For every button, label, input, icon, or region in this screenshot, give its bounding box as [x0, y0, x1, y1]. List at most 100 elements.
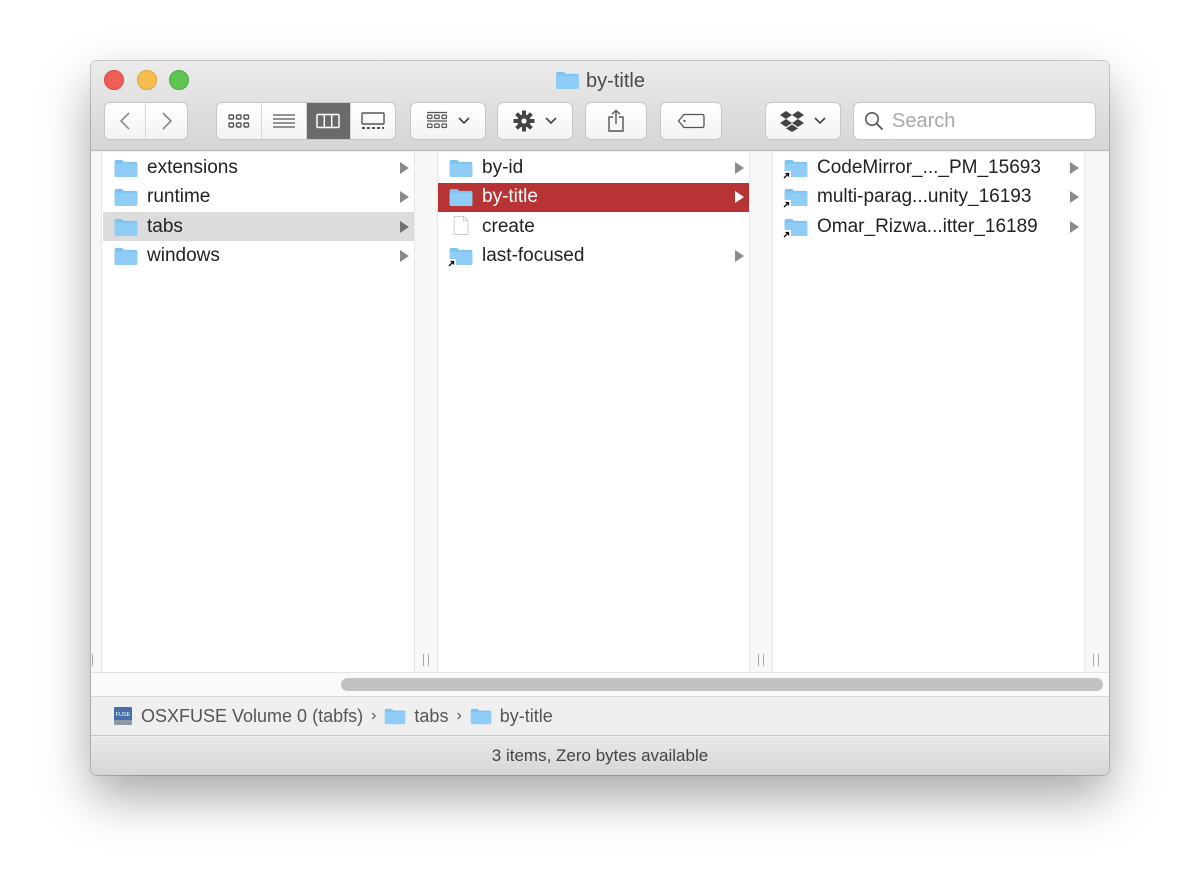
forward-button[interactable]: [146, 103, 187, 139]
column-resize-handle[interactable]: [1093, 654, 1099, 666]
chevron-down-icon: [545, 117, 557, 125]
list-item[interactable]: tabs: [103, 212, 414, 241]
folder-icon: [448, 186, 474, 208]
chevron-down-icon: [814, 117, 826, 125]
list-item[interactable]: create: [438, 212, 749, 241]
path-item-by-title[interactable]: by-title: [470, 706, 553, 727]
folder-icon: [113, 245, 139, 267]
group-by-menu[interactable]: [410, 102, 486, 140]
back-button[interactable]: [105, 103, 147, 139]
list-item[interactable]: windows: [103, 242, 414, 271]
list-item[interactable]: by-title: [438, 182, 749, 212]
tag-icon: [677, 113, 705, 129]
disclosure-arrow-icon: [735, 161, 744, 174]
list-item[interactable]: extensions: [103, 153, 414, 182]
chevron-down-icon: [458, 117, 470, 125]
item-name: create: [482, 215, 535, 237]
item-name: Omar_Rizwa...itter_16189: [817, 215, 1038, 237]
navigation-buttons: [104, 102, 188, 140]
folder-icon: [113, 216, 139, 238]
path-item-volume[interactable]: FUSE OSXFUSE Volume 0 (tabfs): [113, 706, 363, 727]
chevron-left-icon: [119, 112, 130, 130]
folder-alias-icon: [782, 157, 809, 180]
list-item[interactable]: by-id: [438, 153, 749, 182]
path-item-label: by-title: [499, 705, 553, 726]
file-icon: [448, 215, 474, 238]
list-item[interactable]: last-focused: [438, 242, 749, 271]
list-item[interactable]: Omar_Rizwa...itter_16189: [773, 212, 1084, 241]
titlebar: by-title: [91, 61, 1109, 151]
path-volume-label: OSXFUSE Volume 0 (tabfs): [141, 705, 364, 726]
dropbox-menu[interactable]: [765, 102, 841, 140]
dropbox-icon: [780, 111, 804, 132]
disclosure-arrow-icon: [400, 191, 409, 203]
list-icon: [273, 114, 296, 128]
column-3: CodeMirror_..._PM_15693 multi-parag...uni…: [773, 152, 1084, 672]
gallery-icon: [361, 112, 385, 129]
item-name: runtime: [147, 186, 211, 207]
folder-icon: [448, 157, 474, 179]
list-item[interactable]: multi-parag...unity_16193: [773, 183, 1084, 212]
gallery-view-button[interactable]: [351, 103, 395, 139]
folder-icon: [113, 157, 139, 179]
column-gutter: [91, 152, 102, 672]
item-name: extensions: [147, 156, 238, 178]
disclosure-arrow-icon: [1070, 161, 1079, 174]
action-menu[interactable]: [497, 102, 573, 140]
column-divider: [414, 152, 438, 672]
path-bar: FUSE OSXFUSE Volume 0 (tabfs) › tabs › b…: [91, 696, 1109, 736]
disclosure-arrow-icon: [400, 250, 409, 262]
icon-view-button[interactable]: [217, 103, 263, 139]
item-name: windows: [147, 245, 220, 266]
share-icon: [608, 109, 624, 132]
item-name: last-focused: [482, 245, 585, 266]
disclosure-arrow-icon: [400, 220, 409, 233]
column-1: extensions runtime tabs windows: [103, 152, 414, 672]
item-name: by-id: [482, 156, 524, 178]
column-view-button[interactable]: [306, 103, 351, 139]
svg-text:FUSE: FUSE: [116, 712, 131, 718]
column-browser: extensions runtime tabs windows by-id by-tit…: [91, 152, 1109, 672]
path-separator: ›: [456, 707, 462, 724]
view-mode-control: [216, 102, 396, 140]
disclosure-arrow-icon: [1070, 191, 1079, 203]
folder-icon: [385, 708, 406, 724]
column-2: by-id by-title create last-focused: [438, 152, 749, 672]
folder-alias-icon: [782, 216, 809, 239]
tags-button[interactable]: [660, 102, 722, 140]
column-resize-handle[interactable]: [758, 654, 764, 666]
status-bar: 3 items, Zero bytes available: [91, 737, 1109, 775]
scrollbar-thumb[interactable]: [341, 678, 1103, 691]
item-name: by-title: [482, 186, 538, 207]
search-field[interactable]: [853, 102, 1096, 140]
horizontal-scrollbar[interactable]: [91, 672, 1109, 696]
columns-icon: [316, 113, 340, 129]
group-grid-icon: [426, 111, 448, 129]
folder-alias-icon: [447, 245, 474, 268]
column-divider: [749, 152, 773, 672]
window-title-text: by-title: [586, 70, 645, 92]
drive-icon: FUSE: [114, 707, 132, 725]
list-item[interactable]: runtime: [103, 183, 414, 212]
item-name: tabs: [147, 215, 183, 237]
disclosure-arrow-icon: [735, 250, 744, 262]
item-name: CodeMirror_..._PM_15693: [817, 156, 1041, 178]
path-separator: ›: [371, 707, 377, 724]
folder-icon: [113, 186, 139, 208]
folder-icon: [470, 708, 491, 724]
folder-alias-icon: [782, 186, 809, 209]
column-divider: [1084, 152, 1109, 672]
column-resize-handle[interactable]: [423, 654, 429, 666]
path-item-label: tabs: [414, 705, 449, 726]
search-input[interactable]: [892, 109, 1072, 133]
share-button[interactable]: [585, 102, 647, 140]
list-view-button[interactable]: [262, 103, 307, 139]
path-item-tabs[interactable]: tabs: [384, 706, 448, 727]
window-title: by-title: [91, 67, 1109, 95]
column-resize-handle[interactable]: [92, 654, 93, 666]
folder-icon: [556, 71, 579, 90]
disclosure-arrow-icon: [400, 161, 409, 174]
list-item[interactable]: CodeMirror_..._PM_15693: [773, 153, 1084, 182]
grid-icon: [228, 114, 250, 128]
search-icon: [865, 112, 884, 131]
